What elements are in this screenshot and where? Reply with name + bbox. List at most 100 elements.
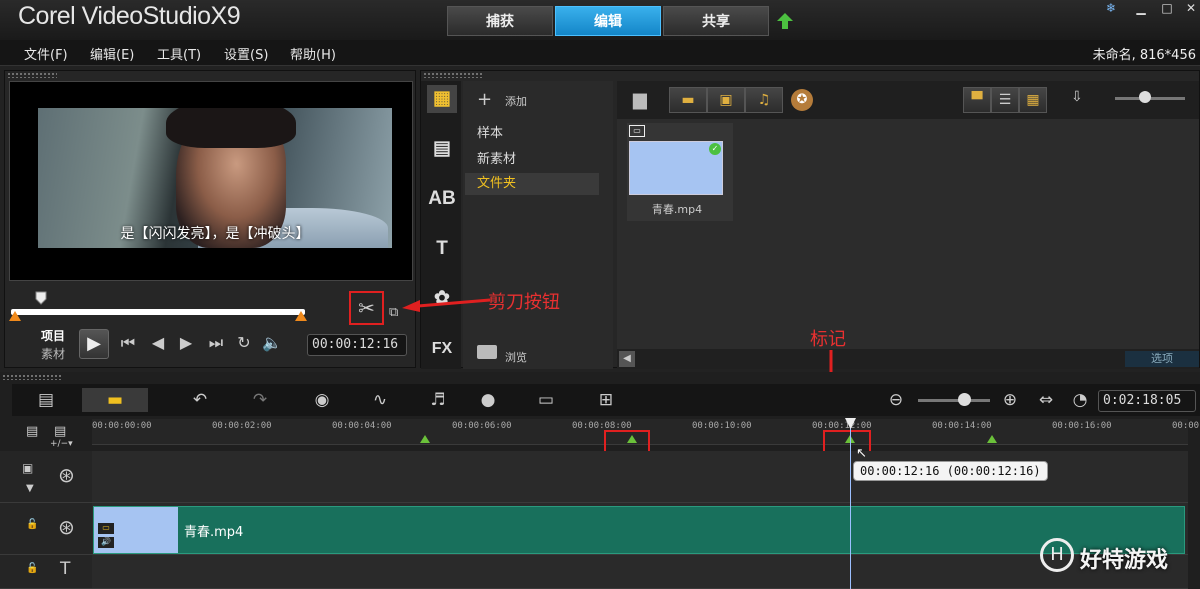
collapse-left-icon[interactable]: ◀ <box>619 351 635 367</box>
cue-marker[interactable] <box>987 435 997 443</box>
subtitle-editor-icon[interactable]: ▭ <box>528 388 564 412</box>
transition-icon[interactable]: AB <box>427 185 457 213</box>
go-start-icon[interactable]: ⏮ <box>117 333 139 353</box>
browse-button[interactable]: 浏览 <box>505 349 527 365</box>
auto-music-icon[interactable]: ♬ <box>420 388 456 412</box>
next-frame-icon[interactable]: ▶︎ <box>175 333 197 352</box>
playhead[interactable] <box>850 422 851 589</box>
view-list-icon[interactable]: ☰ <box>991 87 1019 113</box>
multi-camera-icon[interactable]: ⊞ <box>588 388 624 412</box>
filter-icon[interactable]: FX <box>427 335 457 363</box>
sort-icon[interactable]: ⇩ <box>1071 89 1083 105</box>
panel-grip[interactable] <box>423 72 483 78</box>
trim-end-handle[interactable] <box>295 311 307 321</box>
folder-open-icon[interactable]: ▆ <box>633 89 647 110</box>
redo-icon[interactable]: ↷ <box>242 388 278 412</box>
menu-file[interactable]: 文件(F) <box>24 44 68 63</box>
lock-icon[interactable]: 🔓 <box>26 563 38 574</box>
timeline-panel: ▤ ▬ ↶ ↷ ◉ ∿ ♬ ● ▭ ⊞ ⊖ ⊕ ⇔ ◔ 0:02:18:05 ▤… <box>0 372 1200 589</box>
lock-icon[interactable]: 🔓 <box>26 519 38 530</box>
view-thumbnail-icon[interactable]: ▀ <box>963 87 991 113</box>
storyboard-view-icon[interactable]: ▤ <box>28 388 64 412</box>
upload-icon[interactable] <box>776 12 794 30</box>
trim-start-handle[interactable] <box>9 311 21 321</box>
add-folder-button[interactable]: 添加 <box>505 93 527 109</box>
browse-icon[interactable] <box>477 345 497 359</box>
mode-project[interactable]: 项目 <box>41 327 65 344</box>
copy-icon[interactable]: ⧉ <box>389 305 398 320</box>
sound-mixer-icon[interactable]: ∿ <box>362 388 398 412</box>
play-button[interactable]: ▶ <box>79 329 109 359</box>
menu-edit[interactable]: 编辑(E) <box>90 44 134 63</box>
title-icon[interactable]: T <box>427 235 457 263</box>
player-panel: 是【闪闪发亮】，是【冲破头】 ✂ ⧉ 项目 素材 ▶ ⏮ ◀︎ ▶︎ ⏭ ↻ 🔈… <box>4 70 416 368</box>
prev-frame-icon[interactable]: ◀︎ <box>147 333 169 352</box>
tab-edit[interactable]: 编辑 <box>555 6 661 36</box>
maximize-icon[interactable]: □ <box>1156 0 1178 16</box>
track-header-video: ▣ ▼ ⊛ <box>0 451 92 503</box>
fit-project-icon[interactable]: ⇔ <box>1028 388 1064 412</box>
expand-track-icon[interactable]: ▼ <box>26 483 34 494</box>
tab-capture[interactable]: 捕获 <box>447 6 553 36</box>
instant-project-icon[interactable]: ▤ <box>427 135 457 163</box>
scrubber-knob[interactable] <box>35 291 47 305</box>
media-item[interactable]: ▭ ✓ 青春.mp4 <box>627 123 733 221</box>
volume-icon[interactable]: 🔈 <box>261 333 283 352</box>
timeline-view-icon[interactable]: ▬ <box>82 388 148 412</box>
panel-grip[interactable] <box>2 374 62 380</box>
folder-item-folder[interactable]: 文件夹 <box>465 173 599 195</box>
library-category-strip: ▦ ▤ AB T ✿ FX <box>421 81 461 369</box>
show-video-icon[interactable]: ▬ <box>669 87 707 113</box>
reel-icon[interactable]: ✪ <box>791 89 813 111</box>
panel-grip[interactable] <box>7 72 57 78</box>
snowflake-icon[interactable]: ❄ <box>1100 0 1122 16</box>
add-icon[interactable]: + <box>477 89 492 110</box>
scissors-button[interactable]: ✂ <box>349 291 384 325</box>
play-icon: ▶ <box>87 333 101 354</box>
view-grid-icon[interactable]: ▦ <box>1019 87 1047 113</box>
add-remove-chapter-icon[interactable]: ▤ <box>54 424 66 439</box>
show-photo-icon[interactable]: ▣ <box>707 87 745 113</box>
track-visibility-icon[interactable]: ▣ <box>22 461 33 475</box>
options-button[interactable]: 选项 <box>1125 351 1199 367</box>
scrubber-bar[interactable] <box>11 309 305 315</box>
media-category-icon[interactable]: ▦ <box>427 85 457 113</box>
zoom-knob[interactable] <box>958 393 971 406</box>
ruler-tick: 00:00:18 <box>1172 421 1200 431</box>
player-timecode[interactable]: 00:00:12:16 <box>307 334 407 356</box>
timeline-clip[interactable]: ▭ 🔊 青春.mp4 <box>93 506 1185 554</box>
app-logo: Corel VideoStudioX9 <box>18 2 241 30</box>
track-manager-icon[interactable]: ▤ <box>26 424 38 439</box>
record-capture-icon[interactable]: ◉ <box>304 388 340 412</box>
video-subtitle: 是【闪闪发亮】，是【冲破头】 <box>120 226 310 242</box>
enable-ripple-icon[interactable]: +/−▾ <box>50 439 73 449</box>
title-track[interactable] <box>92 555 1188 589</box>
scissors-icon: ✂ <box>358 296 375 320</box>
video-type-icon: ▭ <box>629 125 645 137</box>
menu-help[interactable]: 帮助(H) <box>290 44 336 63</box>
close-icon[interactable]: ✕ <box>1180 0 1200 16</box>
marker-annotation: 标记 <box>810 329 846 350</box>
video-frame: 是【闪闪发亮】，是【冲破头】 <box>38 108 392 248</box>
undo-icon[interactable]: ↶ <box>182 388 218 412</box>
menu-settings[interactable]: 设置(S) <box>224 44 268 63</box>
go-end-icon[interactable]: ⏭ <box>205 333 227 353</box>
motion-tracking-icon[interactable]: ● <box>470 388 506 412</box>
menu-tools[interactable]: 工具(T) <box>157 44 201 63</box>
show-audio-icon[interactable]: ♫ <box>745 87 783 113</box>
mode-clip[interactable]: 素材 <box>41 345 65 362</box>
folder-item-new-media[interactable]: 新素材 <box>465 149 599 171</box>
track-header-title: 🔓 T <box>0 555 92 589</box>
overlay-track-icon: ⊛ <box>58 515 75 539</box>
zoom-in-icon[interactable]: ⊕ <box>992 388 1028 412</box>
library-toolbar: ▆ ▬ ▣ ♫ ✪ ▀ ☰ ▦ ⇩ <box>617 81 1199 119</box>
zoom-out-icon[interactable]: ⊖ <box>878 388 914 412</box>
cue-marker[interactable] <box>420 435 430 443</box>
thumb-size-knob[interactable] <box>1139 91 1151 103</box>
project-info: 未命名, 816*456 <box>1092 48 1196 63</box>
repeat-icon[interactable]: ↻ <box>233 333 255 352</box>
tab-share[interactable]: 共享 <box>663 6 769 36</box>
zoom-slider[interactable] <box>918 399 990 402</box>
folder-item-samples[interactable]: 样本 <box>465 123 599 145</box>
minimize-icon[interactable]: ▁ <box>1130 0 1152 16</box>
